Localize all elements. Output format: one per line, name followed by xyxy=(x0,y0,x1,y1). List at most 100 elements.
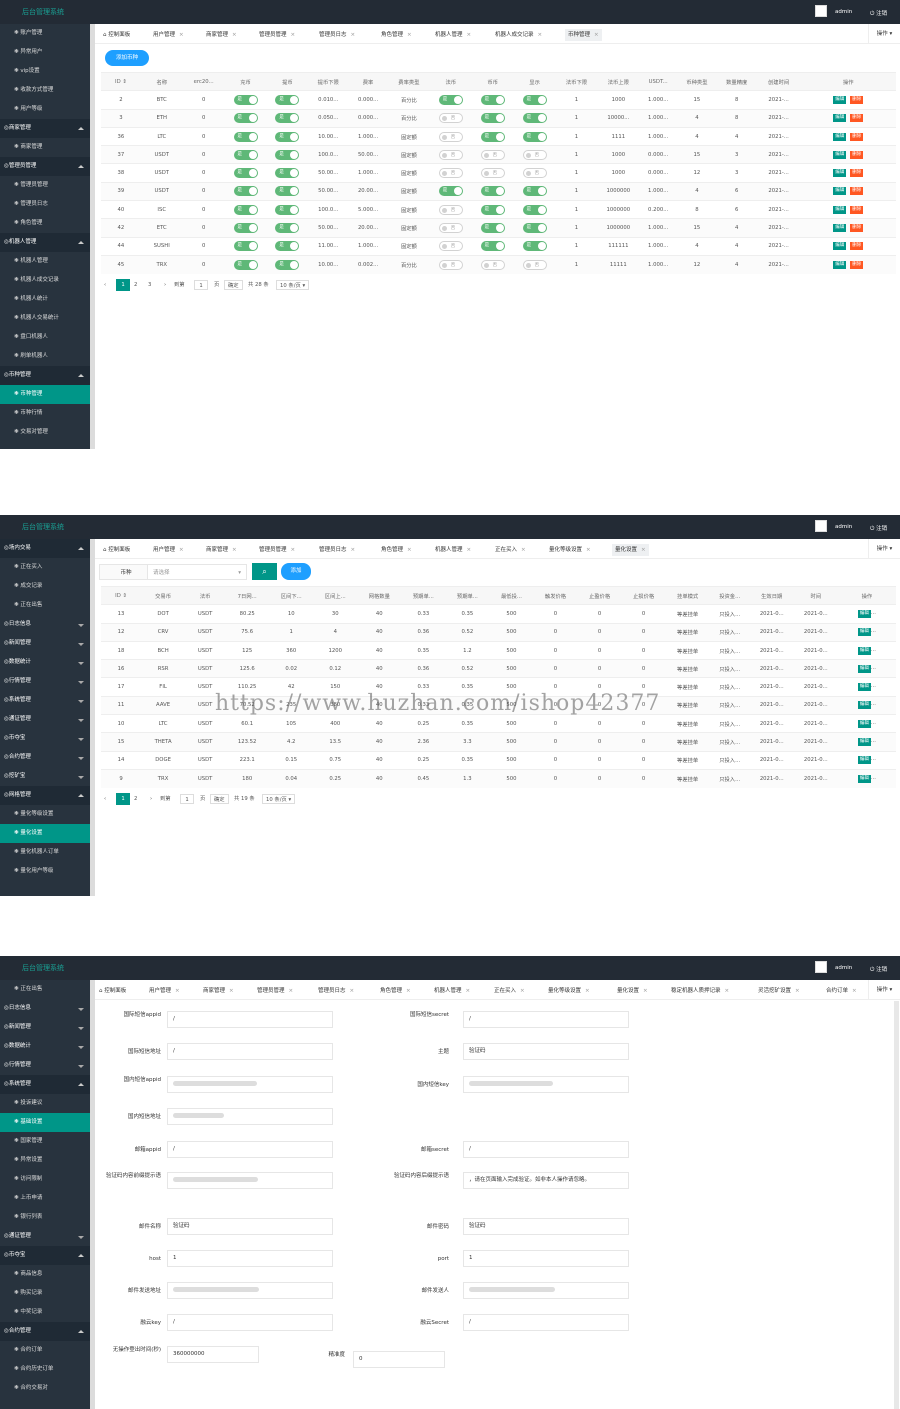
form-input[interactable] xyxy=(463,1282,629,1299)
edit-button[interactable]: 编辑 xyxy=(833,132,847,141)
toggle-switch[interactable]: 是 xyxy=(233,186,258,197)
sidebar-scrollbar[interactable] xyxy=(90,539,95,896)
toggle-switch[interactable]: 是 xyxy=(233,259,258,270)
sidebar-item[interactable]: ◎场内交易 xyxy=(0,539,90,558)
edit-button[interactable]: 编辑 xyxy=(857,719,871,728)
toggle-switch[interactable]: 是 xyxy=(275,186,300,197)
toggle-switch[interactable]: 是 xyxy=(438,94,463,105)
close-icon[interactable]: × xyxy=(585,988,590,994)
sidebar-item[interactable]: ◎新闻管理 xyxy=(0,634,90,653)
toggle-switch[interactable]: 是 xyxy=(275,113,300,124)
toggle-switch[interactable]: 否 xyxy=(438,168,463,179)
sidebar-item[interactable]: ❃ 投诉建议 xyxy=(0,1094,90,1113)
sidebar-item[interactable]: ❃ 盘口机器人 xyxy=(0,328,90,347)
page-size-select[interactable]: 10 条/页 ▾ xyxy=(276,280,310,290)
sidebar-item[interactable]: ❃ 商家管理 xyxy=(0,138,90,157)
toggle-switch[interactable]: 否 xyxy=(438,223,463,234)
avatar[interactable] xyxy=(815,961,827,973)
tab-item[interactable]: 角色管理 × xyxy=(378,544,415,556)
tab-item[interactable]: 灵活挖矿设置 × xyxy=(755,985,803,997)
toggle-switch[interactable]: 是 xyxy=(480,131,505,142)
sidebar-item[interactable]: ❃ 刷单机器人 xyxy=(0,347,90,366)
form-input[interactable]: / xyxy=(167,1314,333,1331)
edit-button[interactable]: 编辑 xyxy=(857,738,871,747)
sidebar-item[interactable]: ❃ 量化机器人订单 xyxy=(0,843,90,862)
close-icon[interactable]: × xyxy=(406,988,411,994)
toggle-switch[interactable]: 是 xyxy=(522,241,547,252)
toggle-switch[interactable]: 是 xyxy=(233,204,258,215)
sidebar-item[interactable]: ❃ 正在买入 xyxy=(0,558,90,577)
form-input[interactable]: 验证码 xyxy=(463,1043,629,1060)
sidebar-item[interactable]: ◎挖矿宝 xyxy=(0,767,90,786)
toggle-switch[interactable]: 否 xyxy=(522,259,547,270)
edit-button[interactable]: 编辑 xyxy=(857,701,871,710)
toggle-switch[interactable]: 否 xyxy=(438,131,463,142)
next-page-icon[interactable]: › xyxy=(150,793,152,805)
toggle-switch[interactable]: 是 xyxy=(275,223,300,234)
sidebar-item[interactable]: ❃ 基础设置 xyxy=(0,1113,90,1132)
sidebar-item[interactable]: ❃ 管理员日志 xyxy=(0,195,90,214)
tab-item[interactable]: 管理员日志 × xyxy=(316,29,358,41)
tab-item[interactable]: 机器人管理 × xyxy=(432,544,474,556)
toggle-switch[interactable]: 是 xyxy=(480,241,505,252)
sidebar-item[interactable]: ◎管理员管理 xyxy=(0,157,90,176)
sidebar-item[interactable]: ❃ 机器人统计 xyxy=(0,290,90,309)
more-actions[interactable]: ... xyxy=(871,720,876,726)
logout-link[interactable]: ⏻ 注销 xyxy=(870,9,887,18)
sidebar-item[interactable]: ◎系统管理 xyxy=(0,691,90,710)
tab-item[interactable]: 管理员日志 × xyxy=(316,544,358,556)
form-input[interactable]: / xyxy=(167,1011,333,1028)
page-2[interactable]: 2 xyxy=(134,279,137,291)
form-input[interactable]: 验证码 xyxy=(167,1218,333,1235)
form-input[interactable]: / xyxy=(463,1011,629,1028)
sidebar-item[interactable]: ❃ 银行列表 xyxy=(0,1208,90,1227)
sidebar-item[interactable]: ◎数据统计 xyxy=(0,1037,90,1056)
add-coin-button[interactable]: 添加币种 xyxy=(105,50,149,66)
form-input[interactable]: / xyxy=(463,1314,629,1331)
page-1[interactable]: 1 xyxy=(116,793,130,805)
form-input[interactable]: ，请在页面输入完成验证。如非本人操作请忽略。 xyxy=(463,1172,629,1189)
toggle-switch[interactable]: 是 xyxy=(522,94,547,105)
form-input[interactable] xyxy=(167,1282,333,1299)
logout-link[interactable]: ⏻ 注销 xyxy=(870,524,887,533)
tab-item[interactable]: ⌂ 控制面板 xyxy=(100,544,133,556)
close-icon[interactable]: × xyxy=(467,547,472,553)
tab-item[interactable]: 机器人管理 × xyxy=(431,985,473,997)
delete-button[interactable]: 删除 xyxy=(850,224,864,233)
toggle-switch[interactable]: 是 xyxy=(480,186,505,197)
tab-item[interactable]: 量化设置 × xyxy=(614,985,651,997)
delete-button[interactable]: 删除 xyxy=(850,205,864,214)
sidebar-item[interactable]: ◎系统管理 xyxy=(0,1075,90,1094)
toggle-switch[interactable]: 否 xyxy=(480,168,505,179)
edit-button[interactable]: 编辑 xyxy=(833,224,847,233)
close-icon[interactable]: × xyxy=(175,988,180,994)
add-button[interactable]: 添加 xyxy=(281,563,311,580)
close-icon[interactable]: × xyxy=(520,988,525,994)
sidebar-item[interactable]: ❃ 上币申请 xyxy=(0,1189,90,1208)
toggle-switch[interactable]: 是 xyxy=(233,168,258,179)
toggle-switch[interactable]: 是 xyxy=(233,94,258,105)
tab-item[interactable]: 管理员管理 × xyxy=(254,985,296,997)
close-icon[interactable]: × xyxy=(291,32,296,38)
sidebar-item[interactable]: ◎合约管理 xyxy=(0,1322,90,1341)
edit-button[interactable]: 编辑 xyxy=(833,260,847,269)
toggle-switch[interactable]: 是 xyxy=(480,113,505,124)
edit-button[interactable]: 编辑 xyxy=(833,114,847,123)
sidebar-item[interactable]: ◎币夺宝 xyxy=(0,729,90,748)
sidebar-item[interactable]: ❃ 账户管理 xyxy=(0,24,90,43)
close-icon[interactable]: × xyxy=(351,547,356,553)
content-scrollbar[interactable] xyxy=(894,1001,899,1409)
sidebar-item[interactable]: ◎网格管理 xyxy=(0,786,90,805)
tab-item[interactable]: ⌂ 控制面板 xyxy=(100,29,133,41)
tab-item[interactable]: 角色管理 × xyxy=(377,985,414,997)
tab-item[interactable]: 量化等级设置 × xyxy=(545,985,593,997)
toggle-switch[interactable]: 否 xyxy=(438,241,463,252)
form-input[interactable]: 验证码 xyxy=(463,1218,629,1235)
more-actions[interactable]: ... xyxy=(871,647,876,653)
close-icon[interactable]: × xyxy=(466,988,471,994)
toggle-switch[interactable]: 是 xyxy=(233,113,258,124)
sidebar-item[interactable]: ◎商家管理 xyxy=(0,119,90,138)
sidebar-item[interactable]: ❃ 币种行情 xyxy=(0,404,90,423)
sidebar-item[interactable]: ❃ 购买记录 xyxy=(0,1284,90,1303)
column-header[interactable]: ID ⇕ xyxy=(101,585,142,605)
